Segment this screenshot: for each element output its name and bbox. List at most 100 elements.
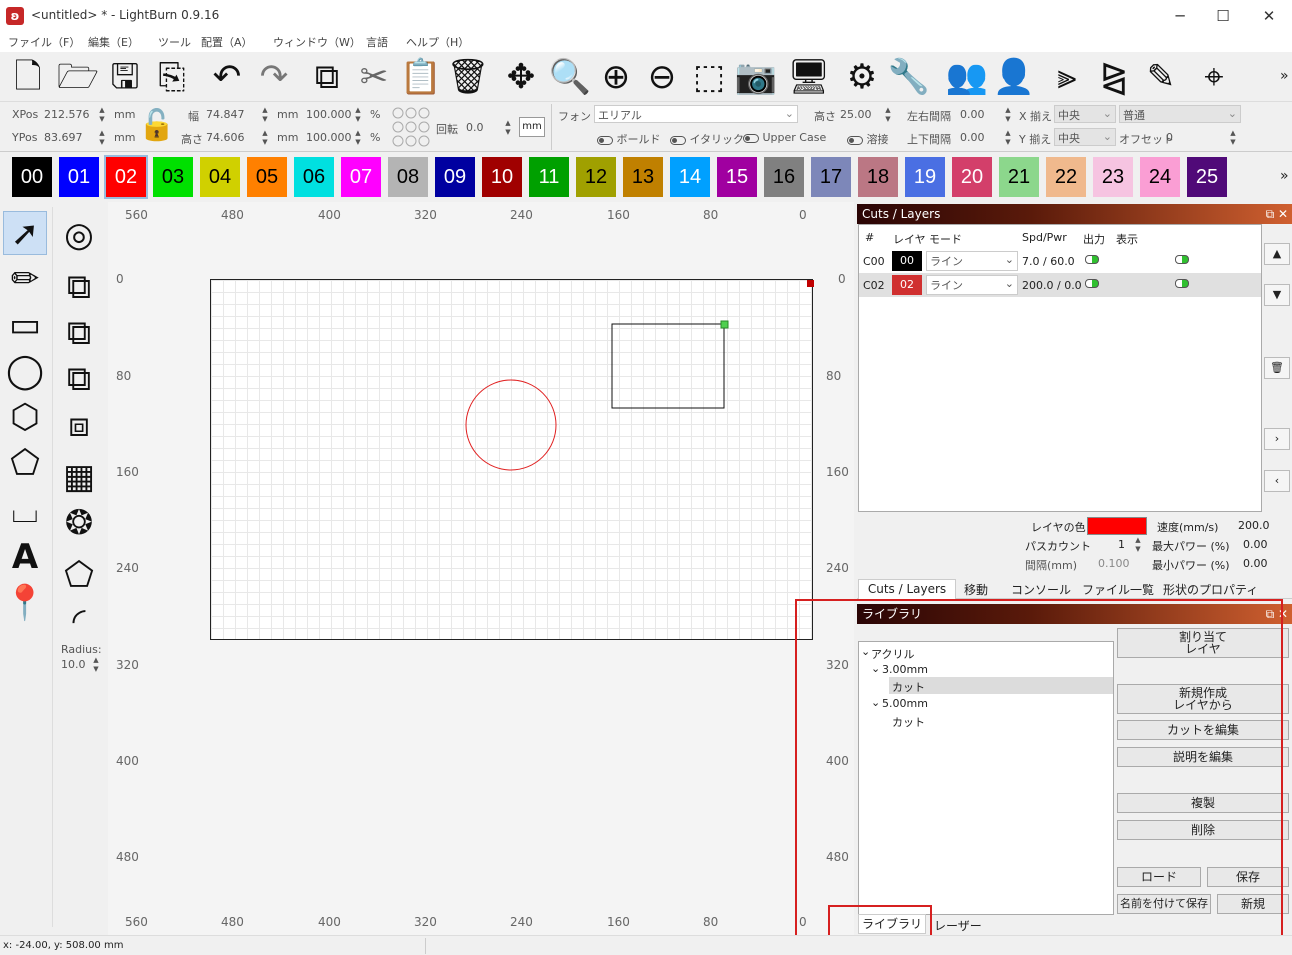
move-icon[interactable]: ✥ bbox=[499, 55, 543, 99]
palette-swatch-06[interactable]: 06 bbox=[294, 157, 334, 197]
palette-swatch-16[interactable]: 16 bbox=[764, 157, 804, 197]
align-icon[interactable]: ⫸ bbox=[1045, 55, 1089, 99]
width-spinner[interactable]: ▲ ▼ bbox=[261, 106, 269, 124]
pen-icon[interactable]: ✎ bbox=[1139, 55, 1183, 99]
hspace-value[interactable]: 0.00 bbox=[960, 108, 985, 121]
output-toggle[interactable] bbox=[1085, 279, 1099, 288]
width-value[interactable]: 74.847 bbox=[206, 108, 245, 121]
text-icon[interactable]: A bbox=[3, 535, 47, 579]
layer-color-swatch[interactable] bbox=[1087, 517, 1147, 535]
ellipse-icon[interactable]: ◯ bbox=[3, 349, 47, 393]
italic-toggle[interactable]: イタリック bbox=[670, 131, 744, 147]
tools-icon[interactable]: 🔧 bbox=[887, 55, 931, 99]
radius-value[interactable]: 10.0 bbox=[61, 658, 86, 671]
unit-toggle-button[interactable]: mm bbox=[519, 117, 545, 137]
bold-toggle[interactable]: ボールド bbox=[597, 131, 661, 147]
palette-swatch-01[interactable]: 01 bbox=[59, 157, 99, 197]
scale-y-value[interactable]: 100.000 bbox=[306, 131, 352, 144]
mode-select[interactable]: ライン ⌄ bbox=[926, 251, 1018, 271]
style-select[interactable]: 普通 ⌄ bbox=[1119, 105, 1241, 123]
rotate-handle-icon[interactable] bbox=[720, 320, 729, 329]
menu-file[interactable]: ファイル（F） bbox=[8, 34, 80, 50]
palette-swatch-22[interactable]: 22 bbox=[1046, 157, 1086, 197]
speed-value[interactable]: 200.0 bbox=[1238, 519, 1270, 532]
show-toggle[interactable] bbox=[1175, 255, 1189, 264]
vspace-spinner[interactable]: ▲ ▼ bbox=[1004, 129, 1012, 147]
menu-help[interactable]: ヘルプ（H） bbox=[406, 34, 469, 50]
offset-spinner[interactable]: ▲ ▼ bbox=[1229, 129, 1237, 147]
palette-swatch-25[interactable]: 25 bbox=[1187, 157, 1227, 197]
palette-swatch-24[interactable]: 24 bbox=[1140, 157, 1180, 197]
corner-radius-icon[interactable]: ◜ bbox=[57, 599, 101, 643]
menu-arrange[interactable]: 配置（A） bbox=[201, 34, 253, 50]
palette-swatch-10[interactable]: 10 bbox=[482, 157, 522, 197]
ypos-value[interactable]: 83.697 bbox=[44, 131, 83, 144]
palette-swatch-13[interactable]: 13 bbox=[623, 157, 663, 197]
palette-swatch-02[interactable]: 02 bbox=[104, 155, 148, 199]
selected-rectangle-shape[interactable] bbox=[611, 323, 725, 409]
palette-swatch-12[interactable]: 12 bbox=[576, 157, 616, 197]
circular-array-icon[interactable]: ❂ bbox=[57, 501, 101, 545]
copy-icon[interactable]: ⧉ bbox=[305, 55, 349, 99]
monitor-icon[interactable]: 🖥 bbox=[787, 55, 831, 99]
settings-icon[interactable]: ⚙ bbox=[840, 55, 884, 99]
menu-window[interactable]: ウィンドウ（W） bbox=[273, 34, 361, 50]
palette-swatch-03[interactable]: 03 bbox=[153, 157, 193, 197]
camera-icon[interactable]: 📷 bbox=[734, 55, 778, 99]
cut-icon[interactable]: ✂ bbox=[352, 55, 396, 99]
palette-swatch-15[interactable]: 15 bbox=[717, 157, 757, 197]
palette-swatch-18[interactable]: 18 bbox=[858, 157, 898, 197]
scale-x-spinner[interactable]: ▲ ▼ bbox=[354, 106, 362, 124]
palette-swatch-17[interactable]: 17 bbox=[811, 157, 851, 197]
pass-count-spinner[interactable]: ▲ ▼ bbox=[1134, 536, 1142, 554]
save-icon[interactable]: 🖫 bbox=[103, 55, 147, 99]
open-folder-icon[interactable]: 🗁 bbox=[56, 55, 100, 99]
circle-shape[interactable] bbox=[465, 379, 557, 471]
weld-toggle[interactable]: 溶接 bbox=[847, 131, 889, 147]
position-marker-icon[interactable]: 📍 bbox=[3, 581, 47, 625]
mode-select[interactable]: ライン ⌄ bbox=[926, 275, 1018, 295]
text-height-value[interactable]: 25.00 bbox=[840, 108, 872, 121]
union-icon[interactable]: ⧉ bbox=[57, 311, 101, 355]
yalign-select[interactable]: 中央 ⌄ bbox=[1054, 128, 1116, 146]
height-spinner[interactable]: ▲ ▼ bbox=[261, 129, 269, 147]
frame-select-icon[interactable]: ⬚ bbox=[687, 55, 731, 99]
table-row[interactable]: C02 02 ライン ⌄ 200.0 / 0.0 bbox=[859, 273, 1261, 297]
ypos-spinner[interactable]: ▲ ▼ bbox=[98, 129, 106, 147]
rotate-spinner[interactable]: ▲ ▼ bbox=[504, 119, 512, 137]
palette-swatch-09[interactable]: 09 bbox=[435, 157, 475, 197]
rotate-value[interactable]: 0.0 bbox=[466, 121, 484, 134]
vspace-value[interactable]: 0.00 bbox=[960, 131, 985, 144]
intersect-icon[interactable]: ⧈ bbox=[57, 403, 101, 447]
palette-more-button[interactable]: » bbox=[1280, 168, 1289, 184]
work-area[interactable] bbox=[210, 279, 814, 640]
palette-swatch-04[interactable]: 04 bbox=[200, 157, 240, 197]
interval-value[interactable]: 0.100 bbox=[1098, 557, 1130, 570]
scale-x-value[interactable]: 100.000 bbox=[306, 108, 352, 121]
table-row[interactable]: C00 00 ライン ⌄ 7.0 / 60.0 bbox=[859, 249, 1261, 273]
origin-grid-icon[interactable] bbox=[390, 105, 432, 149]
text-height-spinner[interactable]: ▲ ▼ bbox=[884, 106, 892, 124]
tab-move[interactable]: 移動 bbox=[964, 581, 988, 598]
xpos-spinner[interactable]: ▲ ▼ bbox=[98, 106, 106, 124]
collapse-left-button[interactable]: ‹ bbox=[1264, 470, 1290, 492]
redo-icon[interactable]: ↷ bbox=[252, 55, 296, 99]
menu-language[interactable]: 言語 bbox=[366, 34, 388, 50]
node-edit-icon[interactable]: ⬠ bbox=[57, 553, 101, 597]
new-file-icon[interactable]: 🗋 bbox=[6, 55, 50, 99]
offset-icon[interactable]: ◎ bbox=[57, 213, 101, 257]
menu-tools[interactable]: ツール bbox=[158, 34, 191, 50]
zoom-page-icon[interactable]: 🔍 bbox=[548, 55, 592, 99]
pencil-icon[interactable]: ✏ bbox=[3, 257, 47, 301]
polygon-icon[interactable]: ⬡ bbox=[3, 395, 47, 439]
palette-swatch-11[interactable]: 11 bbox=[529, 157, 569, 197]
offset-value[interactable]: 0 bbox=[1166, 131, 1173, 144]
target-icon[interactable]: ⌖ bbox=[1192, 55, 1236, 99]
max-power-value[interactable]: 0.00 bbox=[1243, 538, 1268, 551]
move-up-button[interactable]: ▲ bbox=[1264, 243, 1290, 265]
expand-right-button[interactable]: › bbox=[1264, 428, 1290, 450]
mirror-icon[interactable]: ⧎ bbox=[1092, 55, 1136, 99]
menu-edit[interactable]: 編集（E） bbox=[88, 34, 139, 50]
lock-icon[interactable]: 🔓 bbox=[138, 106, 175, 146]
import-icon[interactable]: ⎘ bbox=[150, 55, 194, 99]
